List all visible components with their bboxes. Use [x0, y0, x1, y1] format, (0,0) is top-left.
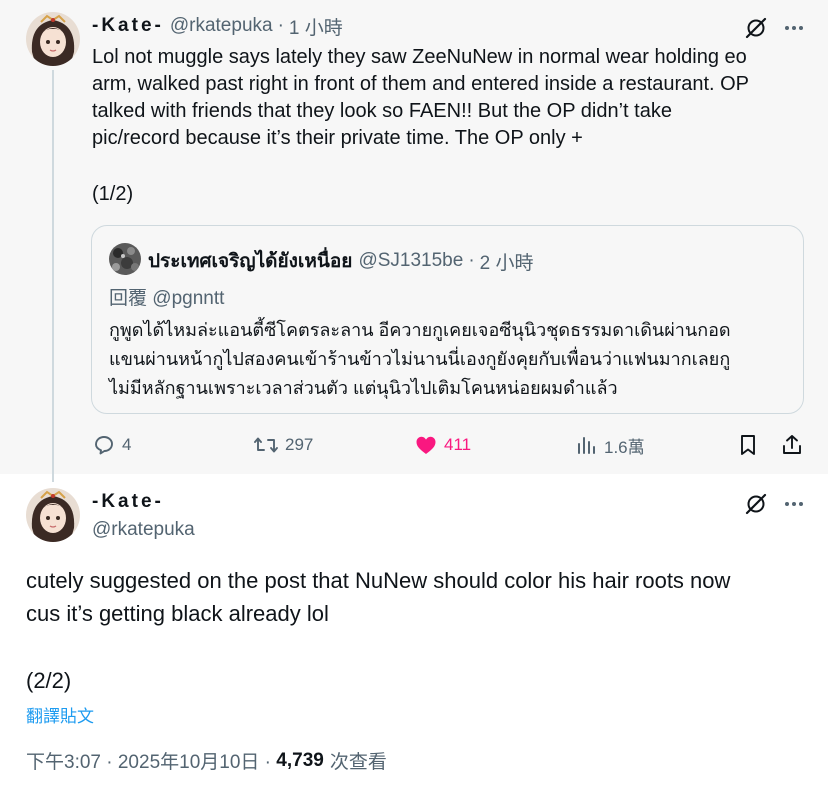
more-icon[interactable] — [782, 492, 806, 516]
retweet-icon — [253, 433, 279, 457]
quote-author-name[interactable]: ประเทศเจริญได้ยังเหนื่อย — [148, 246, 352, 276]
views-icon — [576, 433, 598, 457]
views-count: 4,739 — [276, 749, 324, 771]
tweet-text-line: pic/record because it’s their private ti… — [92, 127, 583, 149]
reply-button[interactable]: 4 — [92, 428, 131, 462]
quote-author-handle[interactable]: @SJ1315be — [358, 250, 463, 272]
author-name-text[interactable]: -Kate- — [92, 491, 164, 512]
quoted-tweet[interactable]: ประเทศเจริญได้ยังเหนื่อย @SJ1315be · 2 小… — [91, 225, 804, 414]
bookmark-button[interactable] — [737, 428, 759, 462]
author-name[interactable]: -Kate- — [92, 15, 164, 37]
tweet-text: Lol not muggle says lately they saw ZeeN… — [92, 44, 804, 152]
like-button[interactable]: 411 — [414, 428, 471, 462]
heart-icon — [414, 433, 438, 457]
tweet-text-line: Lol not muggle says lately they saw ZeeN… — [92, 46, 747, 68]
tweet-text-line: talked with friends that they look so FA… — [92, 100, 672, 122]
translate-post-link[interactable]: 翻譯貼文 — [26, 702, 94, 727]
quote-avatar[interactable] — [109, 243, 141, 275]
avatar[interactable] — [26, 488, 80, 542]
avatar[interactable] — [26, 12, 80, 66]
like-count: 411 — [444, 435, 472, 454]
tweet-top-icons — [744, 492, 806, 516]
quote-text: กูพูดได้ไหมล่ะแอนตี้ซีโคตรละลาน อีควายกู… — [109, 316, 799, 403]
quote-header: ประเทศเจริญได้ยังเหนื่อย @SJ1315be · 2 小… — [148, 246, 534, 276]
tweet-meta: 下午3:07 · 2025年10月10日 · 4,739 次查看 — [26, 747, 387, 774]
tweet-top-icons — [744, 16, 806, 40]
retweet-button[interactable]: 297 — [253, 428, 313, 462]
reply-prefix: 回覆 — [109, 288, 148, 309]
author-name[interactable]: -Kate- — [92, 491, 164, 513]
author-handle[interactable]: @rkatepuka — [170, 15, 273, 37]
bookmark-icon — [737, 433, 759, 457]
quote-text-line: กูพูดได้ไหมล่ะแอนตี้ซีโคตรละลาน อีควายกู… — [109, 320, 731, 340]
views-button[interactable]: 1.6萬 — [576, 428, 645, 462]
tweet-text-line: cutely suggested on the post that NuNew … — [26, 568, 731, 593]
tweet-text-line: cus it’s getting black already lol — [26, 601, 329, 626]
author-handle[interactable]: @rkatepuka — [92, 519, 195, 541]
tweet-text: cutely suggested on the post that NuNew … — [26, 564, 816, 630]
share-icon — [780, 433, 804, 457]
quote-time: 2 小時 — [479, 252, 534, 274]
thread-connector-line — [52, 70, 54, 482]
tweet-1[interactable]: -Kate- @rkatepuka · 1 小時 Lol not muggle … — [0, 0, 828, 482]
separator-dot: · — [468, 250, 475, 271]
grok-icon[interactable] — [744, 492, 768, 516]
grok-icon[interactable] — [744, 16, 768, 40]
tweet-header: -Kate- @rkatepuka · 1 小時 — [92, 13, 343, 39]
tweet-timestamp[interactable]: 下午3:07 · 2025年10月10日 · — [26, 747, 271, 774]
thread-part-label: (2/2) — [26, 668, 72, 693]
more-icon[interactable] — [782, 16, 806, 40]
quote-text-line: แขนผ่านหน้ากูไปสองคนเข้าร้านข้าวไม่นานนี… — [109, 349, 731, 369]
quote-text-line: ไม่มีหลักฐานเพราะเวลาส่วนตัว แต่นุนิวไปเ… — [109, 378, 618, 398]
tweet-text-line: arm, walked past right in front of them … — [92, 73, 750, 95]
reply-count: 4 — [122, 435, 132, 454]
share-button[interactable] — [780, 428, 804, 462]
views-count: 1.6萬 — [604, 437, 645, 457]
reply-icon — [92, 433, 116, 457]
tweet-time[interactable]: 1 小時 — [289, 13, 343, 40]
separator-dot: · — [277, 15, 284, 36]
quote-reply-context: 回覆 @pgnntt — [109, 283, 224, 310]
thread-part-label: (1/2) — [92, 183, 134, 205]
reply-mention[interactable]: @pgnntt — [152, 288, 224, 309]
retweet-count: 297 — [285, 435, 314, 454]
views-label: 次查看 — [329, 752, 387, 773]
tweet-action-bar: 4 297 411 1.6萬 — [92, 428, 806, 462]
